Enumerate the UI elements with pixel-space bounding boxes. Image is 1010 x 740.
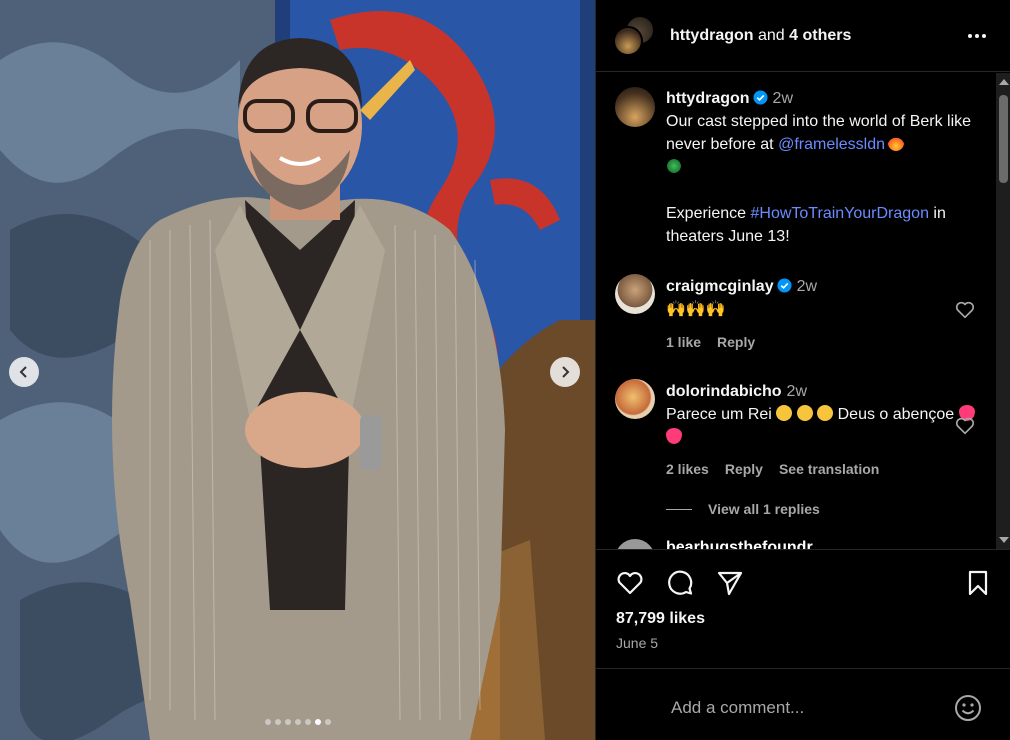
caption-time: 2w [772,90,793,107]
comment-reply-button[interactable]: Reply [725,461,763,477]
post-header: httydragon and 4 others [596,0,1010,72]
comment-username[interactable]: craigmcginlay [666,278,774,295]
comment-meta: 2 likes Reply See translation [666,461,879,477]
hashtag-link[interactable]: #HowToTrainYourDragon [751,205,929,222]
carousel-dots [0,719,595,725]
comment-time: 2w [786,383,807,400]
share-send-icon[interactable] [715,568,745,598]
comment-username[interactable]: dolorindabicho [666,383,782,400]
divider-line [666,508,692,510]
caption-username[interactable]: httydragon [666,90,750,107]
verified-badge-icon [777,278,792,293]
comment-avatar[interactable] [615,539,655,549]
comment-meta: 1 like Reply [666,334,755,350]
view-replies-button[interactable]: View all 1 replies [666,501,820,517]
comment-time: 2w [796,278,818,295]
verified-badge-icon [753,90,768,105]
post-authors[interactable]: httydragon and 4 others [670,27,851,45]
more-options-button[interactable] [963,22,991,50]
comments-scroll-area[interactable]: httydragon 2w Our cast stepped into the w… [596,73,1010,549]
carousel-dot [284,719,291,725]
comment-avatar[interactable] [615,274,655,314]
add-comment-bar [596,668,1010,740]
bookmark-save-icon[interactable] [963,568,993,598]
avatar [613,25,643,56]
post-panel: httydragon and 4 others httydragon 2w Our… [595,0,1010,740]
laughing-emoji-icon [817,405,834,421]
emoji-picker-icon[interactable] [954,694,982,722]
like-heart-icon[interactable] [615,568,645,598]
fire-emoji-icon [888,135,905,151]
caption-avatar[interactable] [615,87,655,127]
laughing-emoji-icon [776,405,793,421]
chevron-right-icon [562,366,570,378]
likes-count[interactable]: 87,799 likes [616,610,705,628]
comment-item: craigmcginlay 2w 🙌🙌🙌 [666,275,986,321]
post-date[interactable]: June 5 [616,635,658,651]
mention-link[interactable]: @framelessldn [778,136,885,153]
more-horizontal-icon [968,34,986,38]
comment-input[interactable] [671,695,941,721]
scrollbar-thumb[interactable] [999,95,1008,183]
post-actions: 87,799 likes June 5 [596,549,1010,669]
scrollbar[interactable] [996,73,1010,549]
carousel-dot [274,719,281,725]
carousel-prev-button[interactable] [9,357,39,387]
carousel-dot [294,719,301,725]
carousel-dot [314,719,321,725]
carousel-next-button[interactable] [550,357,580,387]
comment-text-b: Deus o abençoe [833,406,959,423]
comment-bubble-icon[interactable] [665,568,695,598]
post-media[interactable] [0,0,595,740]
header-username[interactable]: httydragon [670,27,754,44]
comment-item: dolorindabicho 2w Parece um Rei Deus o ab… [666,380,986,449]
collab-avatars[interactable] [612,14,656,58]
comment-avatar[interactable] [615,379,655,419]
comment-username[interactable]: bearhugsthefoundr... [666,539,825,549]
carousel-dot [304,719,311,725]
comment-reply-button[interactable]: Reply [717,334,755,350]
dragon-emoji-icon [666,158,682,174]
caption: httydragon 2w Our cast stepped into the w… [666,87,986,248]
header-others[interactable]: 4 others [789,27,851,44]
comment-likes-count[interactable]: 2 likes [666,461,709,477]
comment-likes-count[interactable]: 1 like [666,334,701,350]
scroll-down-arrow[interactable] [999,537,1009,543]
heart-emoji-icon [666,428,682,444]
post-photo [0,0,595,740]
chevron-left-icon [19,366,27,378]
comment-like-icon[interactable] [954,299,976,321]
comment-text-a: Parece um Rei [666,406,777,423]
comment-text: 🙌🙌🙌 [666,301,726,318]
see-translation-button[interactable]: See translation [779,461,879,477]
carousel-dot [324,719,331,725]
view-replies-label: View all 1 replies [708,501,820,517]
scroll-up-arrow[interactable] [999,79,1009,85]
laughing-emoji-icon [796,405,813,421]
header-and: and [758,26,785,44]
caption-text-2: Experience [666,205,751,222]
comment-like-icon[interactable] [954,415,976,437]
carousel-dot [264,719,271,725]
